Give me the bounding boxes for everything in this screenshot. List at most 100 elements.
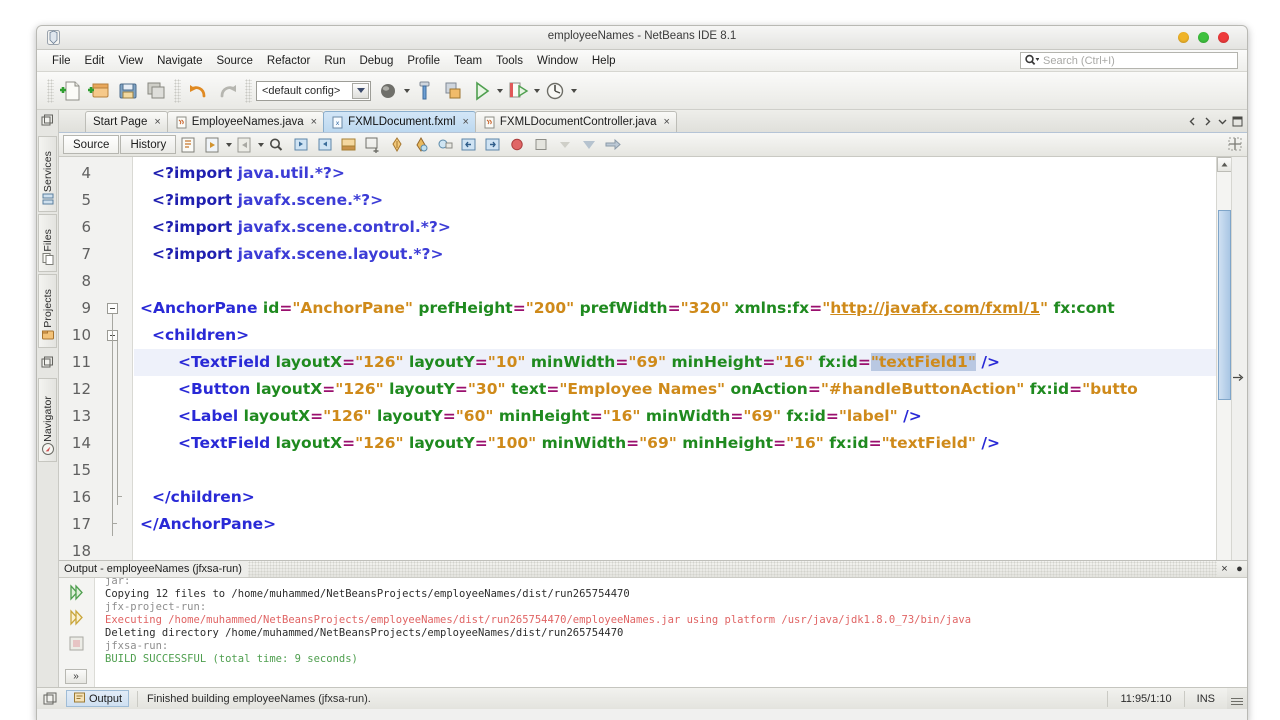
pin-icon[interactable]: ● [1232, 561, 1247, 577]
find-selection-icon[interactable] [266, 135, 288, 155]
new-file-button[interactable] [59, 78, 85, 104]
run-dropdown-arrow[interactable] [495, 78, 504, 104]
next-bookmark-icon[interactable] [314, 135, 336, 155]
stop-process-icon[interactable] [67, 634, 86, 653]
menu-profile[interactable]: Profile [400, 53, 447, 69]
history-view-button[interactable]: History [120, 135, 177, 154]
code-line[interactable]: <Label layoutX="126" layoutY="60" minHei… [134, 403, 922, 430]
debug-project-button[interactable] [505, 78, 531, 104]
last-edit-icon[interactable] [178, 135, 200, 155]
tab-fxmldocumentcontroller-java[interactable]: FXMLDocumentController.java × [474, 111, 677, 132]
toggle-breakpoint-icon[interactable] [506, 135, 528, 155]
open-project-button[interactable] [115, 78, 141, 104]
window-group-icon-2[interactable] [41, 356, 54, 369]
tab-employeenames-java[interactable]: EmployeeNames.java × [166, 111, 325, 132]
code-line[interactable]: <?import javafx.scene.*?> [134, 187, 383, 214]
menu-navigate[interactable]: Navigate [150, 53, 209, 69]
close-button[interactable] [1218, 32, 1229, 43]
forward-dropdown-arrow[interactable] [257, 133, 265, 157]
rerun-alt-icon[interactable] [67, 608, 86, 627]
sidebar-item-projects[interactable]: Projects [38, 274, 57, 348]
status-insert-mode[interactable]: INS [1183, 690, 1227, 707]
previous-error-icon[interactable] [554, 135, 576, 155]
back-dropdown-arrow[interactable] [225, 133, 233, 157]
shift-right-block-icon[interactable] [482, 135, 504, 155]
output-more-button[interactable]: » [65, 669, 87, 684]
forward-icon[interactable] [234, 135, 256, 155]
next-bookmark-arrow-icon[interactable] [602, 135, 624, 155]
comment-icon[interactable] [386, 135, 408, 155]
sidebar-item-navigator[interactable]: Navigator [38, 378, 57, 462]
toolbar-grip-3[interactable] [245, 78, 252, 103]
configuration-select[interactable]: <default config> [256, 80, 371, 101]
editor-vertical-scrollbar[interactable] [1216, 157, 1232, 560]
error-annotation-strip[interactable] [1231, 157, 1247, 560]
scrollbar-thumb[interactable] [1218, 210, 1231, 400]
code-line[interactable]: <?import javafx.scene.control.*?> [134, 214, 451, 241]
close-icon[interactable]: × [663, 116, 669, 128]
save-all-button[interactable] [143, 78, 169, 104]
tab-start-page[interactable]: Start Page × [85, 111, 168, 132]
code-line[interactable]: <children> [134, 322, 249, 349]
clean-build-alt-button[interactable] [440, 78, 466, 104]
clean-build-button[interactable] [412, 78, 438, 104]
maximize-editor-icon[interactable] [1231, 114, 1244, 129]
sidebar-item-files[interactable]: Files [38, 214, 57, 272]
code-line[interactable]: <?import javafx.scene.layout.*?> [134, 241, 443, 268]
shift-left-block-icon[interactable] [458, 135, 480, 155]
toolbar-grip-2[interactable] [174, 78, 181, 103]
undo-button[interactable] [186, 78, 212, 104]
tab-list-dropdown-icon[interactable] [1216, 114, 1229, 129]
status-resize-grip[interactable] [1227, 688, 1247, 709]
code-line[interactable]: <AnchorPane id="AnchorPane" prefHeight="… [134, 295, 1115, 322]
menu-edit[interactable]: Edit [78, 53, 112, 69]
menu-help[interactable]: Help [585, 53, 623, 69]
profile-project-button[interactable] [542, 78, 568, 104]
debug-dropdown-arrow[interactable] [532, 78, 541, 104]
close-icon[interactable]: × [462, 116, 468, 128]
minimize-button[interactable] [1178, 32, 1189, 43]
menu-view[interactable]: View [111, 53, 150, 69]
source-view-button[interactable]: Source [63, 135, 120, 154]
scroll-tabs-right-icon[interactable] [1201, 114, 1214, 129]
close-icon[interactable]: × [154, 116, 160, 128]
code-line[interactable]: <Button layoutX="126" layoutY="30" text=… [134, 376, 1138, 403]
code-line[interactable]: <?import java.util.*?> [134, 160, 345, 187]
fold-toggle-icon[interactable] [107, 303, 118, 314]
previous-bookmark-icon[interactable] [290, 135, 312, 155]
toolbar-grip[interactable] [47, 78, 54, 103]
menu-tools[interactable]: Tools [489, 53, 530, 69]
code-line[interactable]: </children> [134, 484, 255, 511]
scroll-tabs-left-icon[interactable] [1186, 114, 1199, 129]
output-text[interactable]: jar: Copying 12 files to /home/muhammed/N… [95, 578, 1247, 687]
code-editor[interactable]: 4 5 6 7 8 9 10 11 12 13 14 15 16 17 18 <?import java.u… [59, 157, 1247, 560]
code-line[interactable]: </AnchorPane> [134, 511, 276, 538]
chevron-down-icon[interactable] [352, 82, 369, 99]
next-error-icon[interactable] [578, 135, 600, 155]
scroll-up-icon[interactable] [1217, 157, 1232, 172]
search-input[interactable]: Search (Ctrl+I) [1020, 52, 1238, 69]
back-icon[interactable] [202, 135, 224, 155]
code-line[interactable]: <TextField layoutX="126" layoutY="100" m… [134, 430, 1000, 457]
stop-icon[interactable] [530, 135, 552, 155]
rerun-icon[interactable] [67, 583, 86, 602]
window-group-icon[interactable] [41, 114, 54, 127]
menu-run[interactable]: Run [317, 53, 352, 69]
shift-right-icon[interactable] [362, 135, 384, 155]
sidebar-item-services[interactable]: Services [38, 136, 57, 212]
editor-settings-icon[interactable] [1228, 137, 1242, 151]
build-dropdown-arrow[interactable] [402, 78, 411, 104]
window-group-icon-3[interactable] [43, 691, 59, 707]
menu-source[interactable]: Source [209, 53, 259, 69]
toggle-comment-icon[interactable] [434, 135, 456, 155]
build-project-button[interactable] [375, 78, 401, 104]
menu-debug[interactable]: Debug [352, 53, 400, 69]
status-output-button[interactable]: Output [66, 690, 130, 707]
menu-refactor[interactable]: Refactor [260, 53, 317, 69]
run-project-button[interactable] [468, 78, 494, 104]
redo-button[interactable] [214, 78, 240, 104]
new-project-button[interactable] [87, 78, 113, 104]
menu-file[interactable]: File [45, 53, 78, 69]
uncomment-icon[interactable] [410, 135, 432, 155]
code-folding-gutter[interactable]: 4 5 6 7 8 9 10 11 12 13 14 15 16 17 18 [59, 157, 133, 560]
